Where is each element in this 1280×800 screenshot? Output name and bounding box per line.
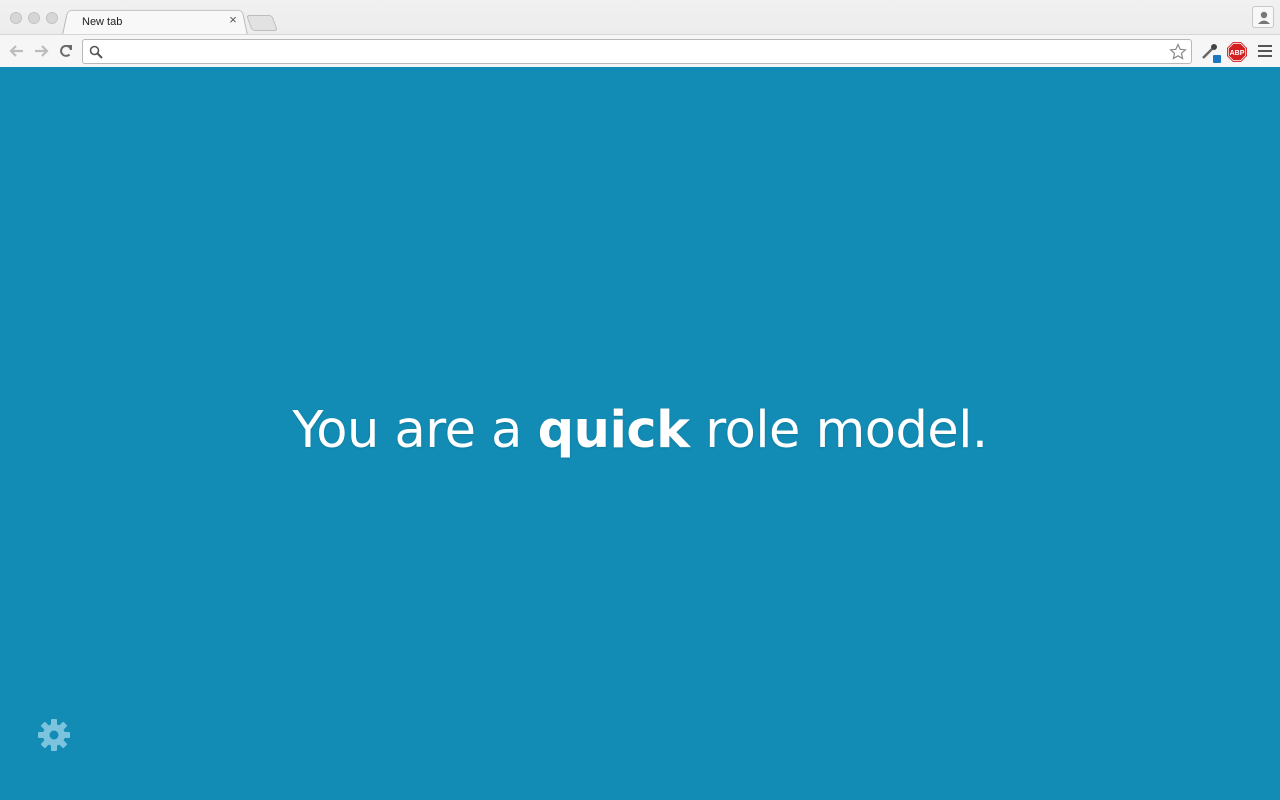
arrow-right-icon	[35, 45, 49, 57]
browser-chrome: New tab × ABP	[0, 0, 1280, 67]
toolbar: ABP	[0, 34, 1280, 67]
person-icon	[1258, 11, 1270, 24]
affirmation-message: You are a quick role model.	[0, 401, 1280, 460]
reload-icon	[60, 44, 72, 57]
reload-button[interactable]	[56, 41, 76, 61]
tab-close-icon[interactable]: ×	[227, 13, 239, 27]
adblock-plus-icon: ABP	[1227, 42, 1247, 62]
profile-button[interactable]	[1252, 6, 1274, 28]
back-button[interactable]	[7, 41, 27, 61]
eyedropper-icon	[1202, 44, 1221, 63]
eyedropper-extension-button[interactable]	[1199, 41, 1221, 63]
window-close-button[interactable]	[10, 12, 22, 24]
browser-menu-button[interactable]	[1256, 42, 1274, 60]
hamburger-menu-icon	[1258, 45, 1272, 57]
message-prefix: You are a	[292, 401, 538, 460]
adblock-plus-button[interactable]: ABP	[1226, 41, 1248, 63]
address-input[interactable]	[109, 42, 1164, 61]
abp-label: ABP	[1230, 50, 1245, 57]
tab-title: New tab	[82, 16, 123, 28]
address-bar[interactable]	[82, 39, 1192, 64]
window-minimize-button[interactable]	[28, 12, 40, 24]
search-icon	[89, 45, 103, 59]
new-tab-button[interactable]	[246, 15, 278, 31]
settings-button[interactable]	[37, 718, 71, 752]
forward-button[interactable]	[31, 41, 51, 61]
tab-strip: New tab ×	[0, 0, 1280, 35]
bookmark-star-icon[interactable]	[1169, 43, 1187, 61]
new-tab-page: You are a quick role model.	[0, 67, 1280, 800]
window-zoom-button[interactable]	[46, 12, 58, 24]
arrow-left-icon	[9, 45, 23, 57]
message-emphasis: quick	[537, 401, 690, 460]
gear-icon	[38, 719, 70, 751]
message-suffix: role model.	[689, 401, 988, 460]
